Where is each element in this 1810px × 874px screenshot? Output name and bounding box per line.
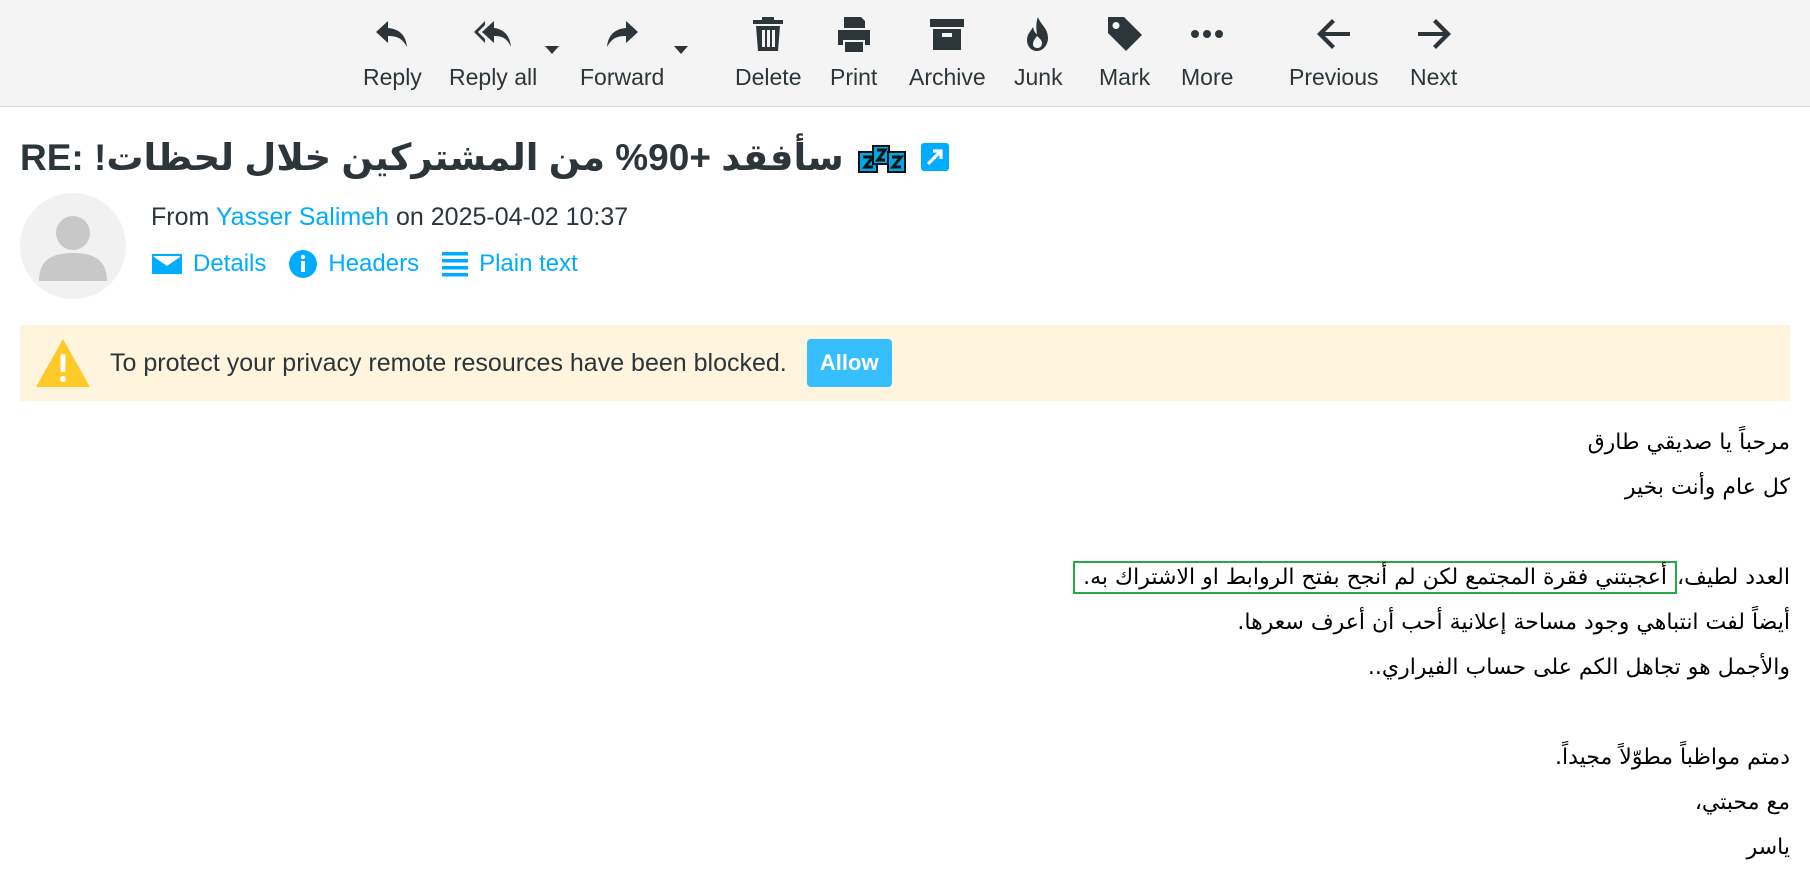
more-dots-icon — [1191, 30, 1224, 38]
message-subject: RE: !سأفقد +90% من المشتركين خلال لحظات — [20, 136, 844, 178]
privacy-message: To protect your privacy remote resources… — [110, 348, 787, 377]
more-button[interactable]: More — [1181, 14, 1233, 94]
external-link-icon[interactable] — [920, 142, 950, 172]
forward-button[interactable]: Forward — [580, 14, 664, 94]
subject-row: RE: !سأفقد +90% من المشتركين خلال لحظات — [20, 133, 950, 181]
from-line: From Yasser Salimeh on 2025-04-02 10:37 — [151, 203, 629, 231]
allow-remote-button[interactable]: Allow — [806, 339, 892, 387]
flame-icon — [1027, 17, 1049, 51]
body-blank-line — [20, 695, 1790, 740]
text-lines-icon — [442, 252, 469, 277]
body-line: مع محبتي، — [1694, 790, 1790, 815]
body-line: العدد لطيف،أعجبتني فقرة المجتمع لكن لم أ… — [20, 560, 1790, 605]
body-blank-line — [20, 515, 1790, 560]
sender-link[interactable]: Yasser Salimeh — [216, 203, 389, 231]
mark-button[interactable]: Mark — [1099, 14, 1150, 94]
headers-link[interactable]: Headers — [288, 249, 419, 279]
reply-all-button[interactable]: Reply all — [449, 14, 537, 94]
tag-icon — [1107, 17, 1142, 51]
zzz-emoji-icon — [857, 145, 906, 173]
body-line: ياسر — [1746, 835, 1790, 860]
body-line: والأجمل هو تجاهل الكم على حساب الفيراري.… — [1367, 655, 1790, 680]
warning-icon — [36, 339, 90, 387]
details-link[interactable]: Details — [151, 250, 266, 278]
body-line: مرحباً يا صديقي طارق — [1587, 430, 1790, 455]
message-body: مرحباً يا صديقي طارق كل عام وأنت بخير ال… — [20, 425, 1790, 874]
header-links: Details Headers Plain text — [151, 249, 578, 279]
delete-button[interactable]: Delete — [735, 14, 801, 94]
trash-icon — [753, 17, 784, 51]
reply-all-dropdown[interactable] — [545, 46, 559, 54]
message-toolbar: Reply Reply all Forward Delete Print Arc… — [0, 0, 1810, 107]
reply-icon — [376, 21, 408, 47]
junk-button[interactable]: Junk — [1014, 14, 1063, 94]
arrow-right-icon — [1417, 19, 1451, 49]
sender-avatar — [20, 193, 126, 299]
person-icon — [39, 216, 107, 281]
print-button[interactable]: Print — [830, 14, 877, 94]
forward-icon — [607, 21, 639, 47]
arrow-left-icon — [1316, 19, 1350, 49]
envelope-icon — [152, 254, 182, 274]
forward-dropdown[interactable] — [674, 46, 688, 54]
next-button[interactable]: Next — [1410, 14, 1457, 94]
plain-text-link[interactable]: Plain text — [441, 250, 578, 278]
highlighted-text: أعجبتني فقرة المجتمع لكن لم أنجح بفتح ال… — [1073, 561, 1677, 594]
reply-button[interactable]: Reply — [363, 14, 422, 94]
previous-button[interactable]: Previous — [1289, 14, 1378, 94]
body-line: كل عام وأنت بخير — [1624, 475, 1790, 500]
reply-all-icon — [474, 21, 512, 47]
message-date: 2025-04-02 10:37 — [430, 203, 629, 231]
body-line: دمتم مواظباً مطوّلاً مجيداً. — [1555, 745, 1790, 770]
printer-icon — [837, 17, 870, 52]
archive-box-icon — [930, 19, 965, 50]
body-line: أيضاً لفت انتباهي وجود مساحة إعلانية أحب… — [1237, 610, 1790, 635]
privacy-banner: To protect your privacy remote resources… — [20, 325, 1790, 401]
info-icon — [289, 250, 318, 278]
archive-button[interactable]: Archive — [909, 14, 986, 94]
